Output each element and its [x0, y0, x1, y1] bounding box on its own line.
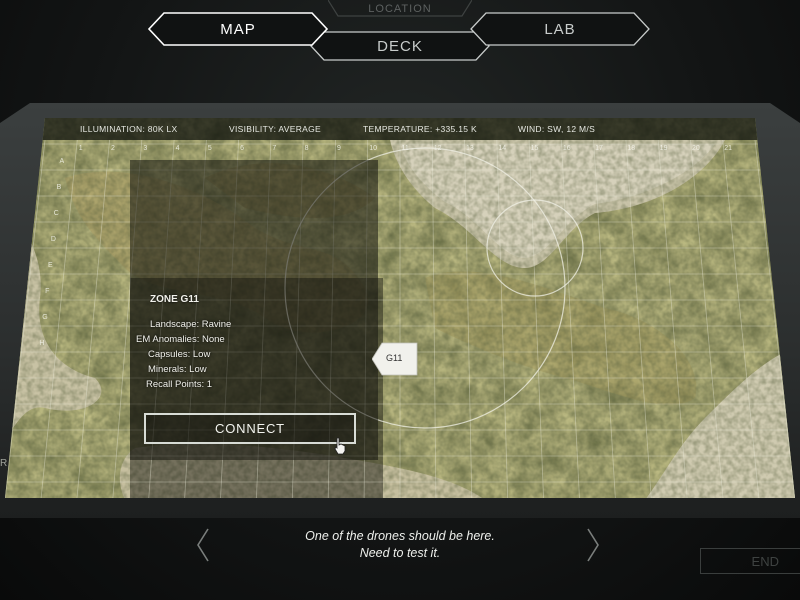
grid-column-label: 3 — [143, 145, 147, 152]
grid-column-label: 10 — [369, 145, 377, 152]
subtitle-line-1: One of the drones should be here. — [305, 529, 495, 543]
grid-column-label: 19 — [660, 145, 668, 152]
game-screen: LOCATION DECK MAP LAB 1 2 3 4 5 6 7 8 9 … — [0, 0, 800, 600]
grid-column-label: 1 — [79, 145, 83, 152]
tab-map-label: MAP — [220, 20, 256, 38]
grid-column-label: 21 — [724, 145, 732, 152]
grid-column-label: 17 — [595, 145, 603, 152]
status-illumination: ILLUMINATION: 80K LX — [80, 124, 178, 134]
grid-column-label: 8 — [305, 145, 309, 152]
zone-em-anomalies: EM Anomalies: None — [136, 334, 225, 345]
grid-row-label: A — [60, 158, 65, 165]
grid-row-label: B — [57, 184, 62, 191]
grid-column-label: 6 — [240, 145, 244, 152]
grid-column-label: 2 — [111, 145, 115, 152]
zone-landscape: Landscape: Ravine — [150, 319, 232, 330]
tab-deck-label: DECK — [377, 37, 423, 55]
status-bar: ILLUMINATION: 80K LX VISIBILITY: AVERAGE… — [5, 118, 795, 140]
tab-map[interactable]: MAP — [148, 12, 328, 46]
tab-deck[interactable]: DECK — [310, 31, 490, 61]
grid-column-label: 13 — [466, 145, 474, 152]
edge-glyph: R — [0, 458, 8, 469]
grid-row-label: G — [42, 314, 47, 321]
tab-lab[interactable]: LAB — [470, 12, 650, 46]
status-temperature: TEMPERATURE: +335.15 K — [363, 124, 477, 134]
grid-row-label: D — [51, 236, 56, 243]
tab-location-label: LOCATION — [368, 3, 432, 15]
grid-column-label: 15 — [531, 145, 539, 152]
grid-row-label: C — [54, 210, 59, 217]
grid-column-label: 20 — [692, 145, 700, 152]
grid-column-label: 16 — [563, 145, 571, 152]
zone-marker-label: G11 — [386, 353, 403, 363]
grid-column-label: 7 — [272, 145, 276, 152]
grid-column-label: 14 — [498, 145, 506, 152]
hand-cursor-icon — [334, 437, 346, 455]
tab-location[interactable]: LOCATION — [328, 0, 472, 18]
dialogue-subtitle: One of the drones should be here. Need t… — [200, 528, 600, 562]
map-screen: 1 2 3 4 5 6 7 8 9 10 11 12 13 14 15 16 17 18 19 20 21 ABCDEF… — [5, 118, 795, 500]
zone-title: ZONE G11 — [150, 294, 199, 305]
grid-column-label: 4 — [176, 145, 180, 152]
zone-marker-g11[interactable]: G11 — [372, 342, 418, 376]
end-button[interactable]: END — [700, 548, 800, 574]
status-wind: WIND: SW, 12 M/S — [518, 124, 596, 134]
tab-lab-label: LAB — [544, 20, 576, 38]
grid-column-label: 9 — [337, 145, 341, 152]
chevron-right-icon[interactable] — [586, 527, 600, 563]
grid-row-label: H — [39, 340, 44, 347]
zone-recall-points: Recall Points: 1 — [146, 379, 213, 390]
zone-capsules: Capsules: Low — [148, 349, 211, 360]
grid-column-labels: 1 2 3 4 5 6 7 8 9 10 11 12 13 14 15 16 17 18 19 20 21 — [79, 145, 732, 152]
grid-row-label: E — [48, 262, 53, 269]
zone-minerals: Minerals: Low — [148, 364, 207, 375]
subtitle-line-2: Need to test it. — [359, 546, 441, 560]
status-visibility: VISIBILITY: AVERAGE — [229, 124, 321, 134]
grid-column-label: 5 — [208, 145, 212, 152]
grid-column-label: 18 — [627, 145, 635, 152]
terrain-map[interactable]: 1 2 3 4 5 6 7 8 9 10 11 12 13 14 15 16 17 18 19 20 21 ABCDEF… — [5, 118, 795, 500]
grid-row-label: F — [45, 288, 49, 295]
connect-button[interactable]: CONNECT — [144, 413, 356, 444]
